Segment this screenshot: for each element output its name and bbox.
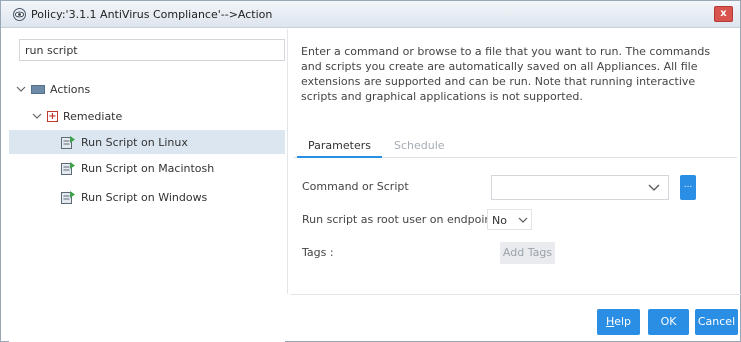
- tab-schedule[interactable]: Schedule: [394, 139, 445, 152]
- chevron-down-icon: [518, 217, 528, 223]
- run-as-root-value: No: [492, 214, 507, 227]
- title-bar[interactable]: Policy:'3.1.1 AntiVirus Compliance'-->Ac…: [1, 1, 740, 28]
- tree-item-run-script-macintosh[interactable]: Run Script on Macintosh: [9, 157, 285, 179]
- folder-icon: [31, 84, 45, 94]
- run-as-root-label: Run script as root user on endpoint: [302, 213, 496, 226]
- tab-parameters[interactable]: Parameters: [308, 139, 371, 152]
- tree-node-remediate[interactable]: + Remediate: [31, 105, 122, 127]
- help-button[interactable]: Help: [597, 309, 640, 335]
- command-or-script-combobox[interactable]: [491, 175, 669, 200]
- tree-label-linux: Run Script on Linux: [81, 135, 188, 149]
- script-icon: [61, 161, 75, 175]
- window-title: Policy:'3.1.1 AntiVirus Compliance'-->Ac…: [31, 8, 273, 21]
- tree-label-actions: Actions: [50, 82, 91, 96]
- script-icon: [61, 135, 75, 149]
- tree-item-run-script-windows[interactable]: Run Script on Windows: [9, 186, 285, 208]
- close-icon: x: [720, 8, 727, 19]
- active-tab-indicator: [297, 156, 382, 158]
- search-input[interactable]: [19, 39, 285, 61]
- tree-label-macintosh: Run Script on Macintosh: [81, 161, 215, 175]
- browse-label: ...: [683, 180, 693, 190]
- close-button[interactable]: x: [714, 6, 733, 22]
- eye-icon: [13, 8, 26, 21]
- actions-tree-pane: Actions + Remediate Run Script on Linux: [9, 29, 285, 342]
- action-details-pane: Enter a command or browse to a file that…: [291, 29, 741, 342]
- tags-label: Tags :: [302, 246, 334, 259]
- tree-label-remediate: Remediate: [63, 109, 123, 123]
- command-label: Command or Script: [302, 180, 409, 193]
- cancel-button[interactable]: Cancel: [695, 309, 738, 335]
- tree-label-windows: Run Script on Windows: [81, 190, 208, 204]
- help-label-rest: elp: [614, 315, 632, 328]
- chevron-down-icon[interactable]: [640, 176, 668, 199]
- browse-button[interactable]: ...: [680, 175, 696, 200]
- add-tags-button[interactable]: Add Tags: [500, 242, 555, 264]
- tab-bar: Parameters Schedule: [294, 132, 737, 158]
- tree-item-run-script-linux[interactable]: Run Script on Linux: [9, 130, 285, 154]
- action-dialog: Policy:'3.1.1 AntiVirus Compliance'-->Ac…: [0, 0, 741, 342]
- remediate-plus-icon: +: [47, 110, 58, 122]
- pane-divider[interactable]: [287, 29, 288, 294]
- chevron-down-icon[interactable]: [15, 83, 27, 95]
- chevron-down-icon[interactable]: [31, 110, 43, 122]
- help-mnemonic: H: [605, 315, 615, 328]
- ok-button[interactable]: OK: [648, 309, 689, 335]
- run-as-root-select[interactable]: No: [487, 209, 532, 230]
- tree-node-actions[interactable]: Actions: [15, 78, 90, 100]
- action-description: Enter a command or browse to a file that…: [301, 45, 711, 103]
- script-icon: [61, 190, 75, 204]
- footer-divider: [290, 294, 741, 295]
